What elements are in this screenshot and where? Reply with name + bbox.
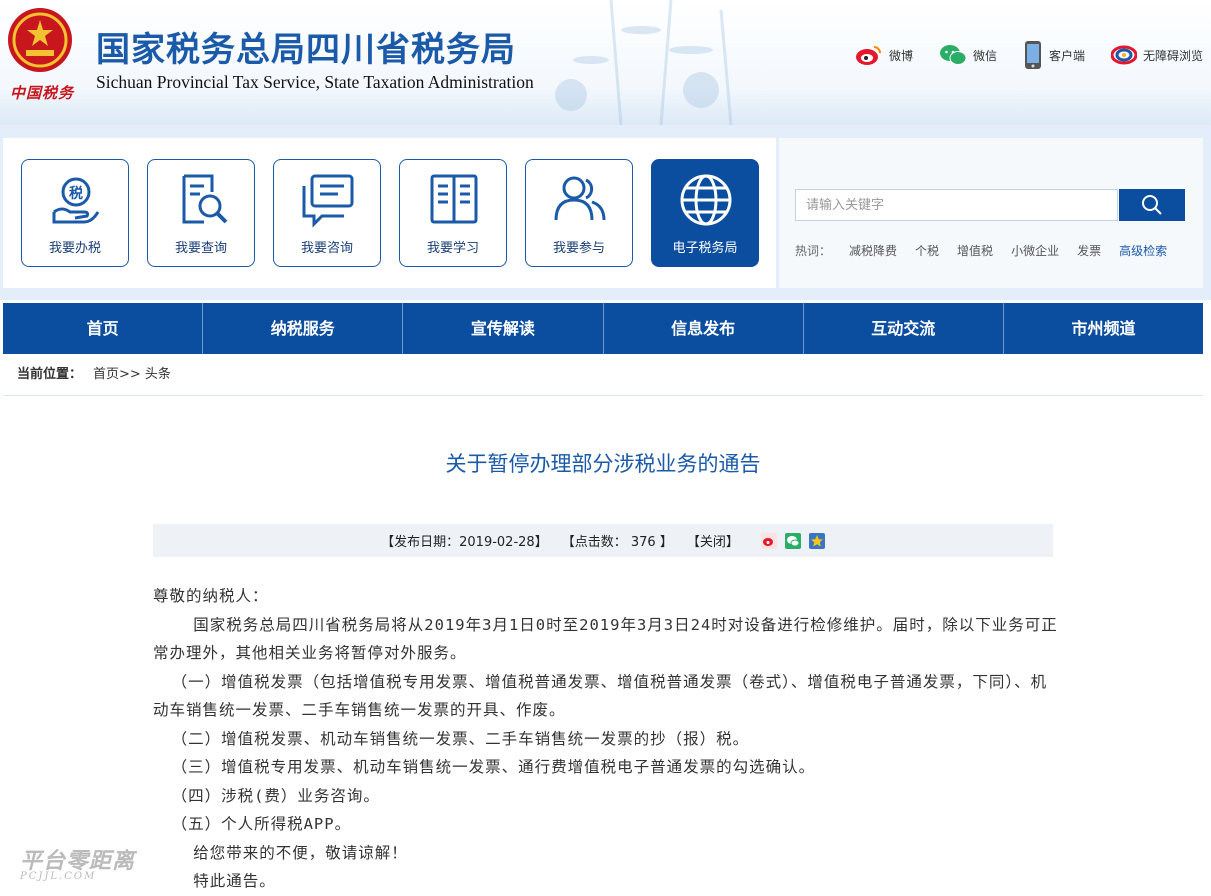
closing: 特此通告。 <box>193 872 276 890</box>
list-item: （四）涉税(费）业务咨询。 <box>171 786 380 805</box>
hot-word-link[interactable]: 小微企业 <box>1011 242 1059 259</box>
tax-hand-icon: 税 <box>52 177 100 224</box>
hot-word-link[interactable]: 增值税 <box>957 242 993 259</box>
nav-info-release[interactable]: 信息发布 <box>604 303 804 354</box>
accessibility-icon <box>1110 45 1137 65</box>
weibo-share-icon[interactable] <box>760 532 777 549</box>
quick-link-consult[interactable]: 我要咨询 <box>273 159 381 267</box>
click-count: 【点击数： 376 】 <box>562 531 673 550</box>
article-body: 尊敬的纳税人： 国家税务总局四川省税务局将从2019年3月1日0时至2019年3… <box>153 582 1058 896</box>
article-meta: 【发布日期：2019-02-28】 【点击数： 376 】 【关闭】 <box>153 524 1053 557</box>
wechat-share-icon[interactable] <box>784 532 801 549</box>
nav-tax-service[interactable]: 纳税服务 <box>203 303 404 354</box>
document-search-icon <box>182 174 228 224</box>
list-item: （二）增值税发票、机动车销售统一发票、二手车销售统一发票的抄（报）税。 <box>171 729 750 748</box>
emblem-caption: 中国税务 <box>10 84 75 102</box>
main-nav: 首页 纳税服务 宣传解读 信息发布 互动交流 市州频道 <box>3 303 1203 354</box>
greeting: 尊敬的纳税人： <box>153 587 269 605</box>
mobile-icon <box>1024 41 1041 69</box>
people-icon <box>554 176 606 221</box>
breadcrumb-label: 当前位置： <box>17 367 83 382</box>
client-link[interactable]: 客户端 <box>1023 40 1085 70</box>
quick-link-participate[interactable]: 我要参与 <box>525 159 633 267</box>
advanced-search-link[interactable]: 高级检索 <box>1119 242 1167 259</box>
quick-link-label: 我要查询 <box>174 241 227 256</box>
quick-link-label: 我要办税 <box>48 241 101 256</box>
hot-word-link[interactable]: 个税 <box>915 242 939 259</box>
client-label: 客户端 <box>1048 48 1085 63</box>
list-item: （一）增值税发票（包括增值税专用发票、增值税普通发票、增值税普通发票（卷式）、增… <box>153 672 1048 720</box>
svg-text:税: 税 <box>69 185 83 202</box>
nav-publicity[interactable]: 宣传解读 <box>403 303 604 354</box>
top-links: 微博 微信 客户端 无障碍浏览 <box>855 40 1203 70</box>
weibo-icon <box>855 46 881 65</box>
national-emblem-icon <box>8 8 72 72</box>
breadcrumb-path[interactable]: 首页>> 头条 <box>93 355 171 395</box>
hot-words-label: 热词： <box>795 244 832 258</box>
weibo-link[interactable]: 微博 <box>855 44 913 66</box>
hot-word-link[interactable]: 减税降费 <box>849 242 897 259</box>
click-count-end: 】 <box>659 535 673 550</box>
quick-link-label: 我要学习 <box>426 241 479 256</box>
watermark: 平台零距离 PCJJL.COM <box>20 843 135 882</box>
quick-link-e-tax-bureau[interactable]: 电子税务局 <box>651 159 759 267</box>
publish-date: 【发布日期：2019-02-28】 <box>381 535 548 550</box>
book-icon <box>430 174 478 224</box>
click-count-value: 376 <box>630 535 656 550</box>
quick-link-learn[interactable]: 我要学习 <box>399 159 507 267</box>
site-subtitle: Sichuan Provincial Tax Service, State Ta… <box>96 72 534 92</box>
search-panel: 热词： 减税降费 个税 增值税 小微企业 发票 高级检索 <box>779 138 1203 288</box>
quick-link-query[interactable]: 我要查询 <box>147 159 255 267</box>
globe-icon <box>680 174 732 226</box>
article-area: 关于暂停办理部分涉税业务的通告 【发布日期：2019-02-28】 【点击数： … <box>3 396 1203 890</box>
accessibility-link[interactable]: 无障碍浏览 <box>1110 45 1203 65</box>
chat-icon <box>302 174 354 228</box>
wechat-link[interactable]: 微信 <box>939 44 997 66</box>
search-input[interactable] <box>795 189 1118 221</box>
quick-links: 税 我要办税 我要查询 我要咨询 我要学习 我要参与 电子税务局 <box>3 138 776 288</box>
bamboo-panda-decoration <box>555 0 733 125</box>
quick-link-label: 我要咨询 <box>300 241 353 256</box>
service-band: 税 我要办税 我要查询 我要咨询 我要学习 我要参与 电子税务局 请输入关键字 … <box>0 125 1211 300</box>
close-link[interactable]: 【关闭】 <box>687 531 739 550</box>
quick-link-label: 我要参与 <box>552 241 605 256</box>
share-icons <box>760 532 825 549</box>
breadcrumb: 当前位置： 首页>> 头条 <box>3 355 1203 396</box>
search-icon <box>1142 195 1162 215</box>
hot-word-link[interactable]: 发票 <box>1077 242 1101 259</box>
paragraph: 国家税务总局四川省税务局将从2019年3月1日0时至2019年3月3日24时对设… <box>153 615 1058 663</box>
list-item: （三）增值税专用发票、机动车销售统一发票、通行费增值税电子普通发票的勾选确认。 <box>171 758 816 776</box>
quick-link-label: 电子税务局 <box>672 241 738 256</box>
wechat-label: 微信 <box>972 48 997 63</box>
hot-words: 热词： 减税降费 个税 增值税 小微企业 发票 高级检索 <box>795 242 1167 259</box>
site-title: 国家税务总局四川省税务局 <box>96 30 516 70</box>
nav-interaction[interactable]: 互动交流 <box>804 303 1004 354</box>
quick-link-handle-tax[interactable]: 税 我要办税 <box>21 159 129 267</box>
favorite-share-icon[interactable] <box>808 532 825 549</box>
nav-home[interactable]: 首页 <box>3 303 204 354</box>
list-item: （五）个人所得税APP。 <box>171 815 352 833</box>
click-count-label: 【点击数： <box>561 535 627 550</box>
accessibility-label: 无障碍浏览 <box>1142 48 1203 63</box>
weibo-label: 微博 <box>888 48 913 63</box>
site-header: 中国税务 国家税务总局四川省税务局 Sichuan Provincial Tax… <box>0 0 1211 125</box>
wechat-icon <box>939 45 967 65</box>
search-button[interactable] <box>1119 189 1185 221</box>
apology: 给您带来的不便，敬请谅解！ <box>193 843 408 862</box>
nav-city-channel[interactable]: 市州频道 <box>1004 303 1203 354</box>
article-title: 关于暂停办理部分涉税业务的通告 <box>445 452 761 476</box>
